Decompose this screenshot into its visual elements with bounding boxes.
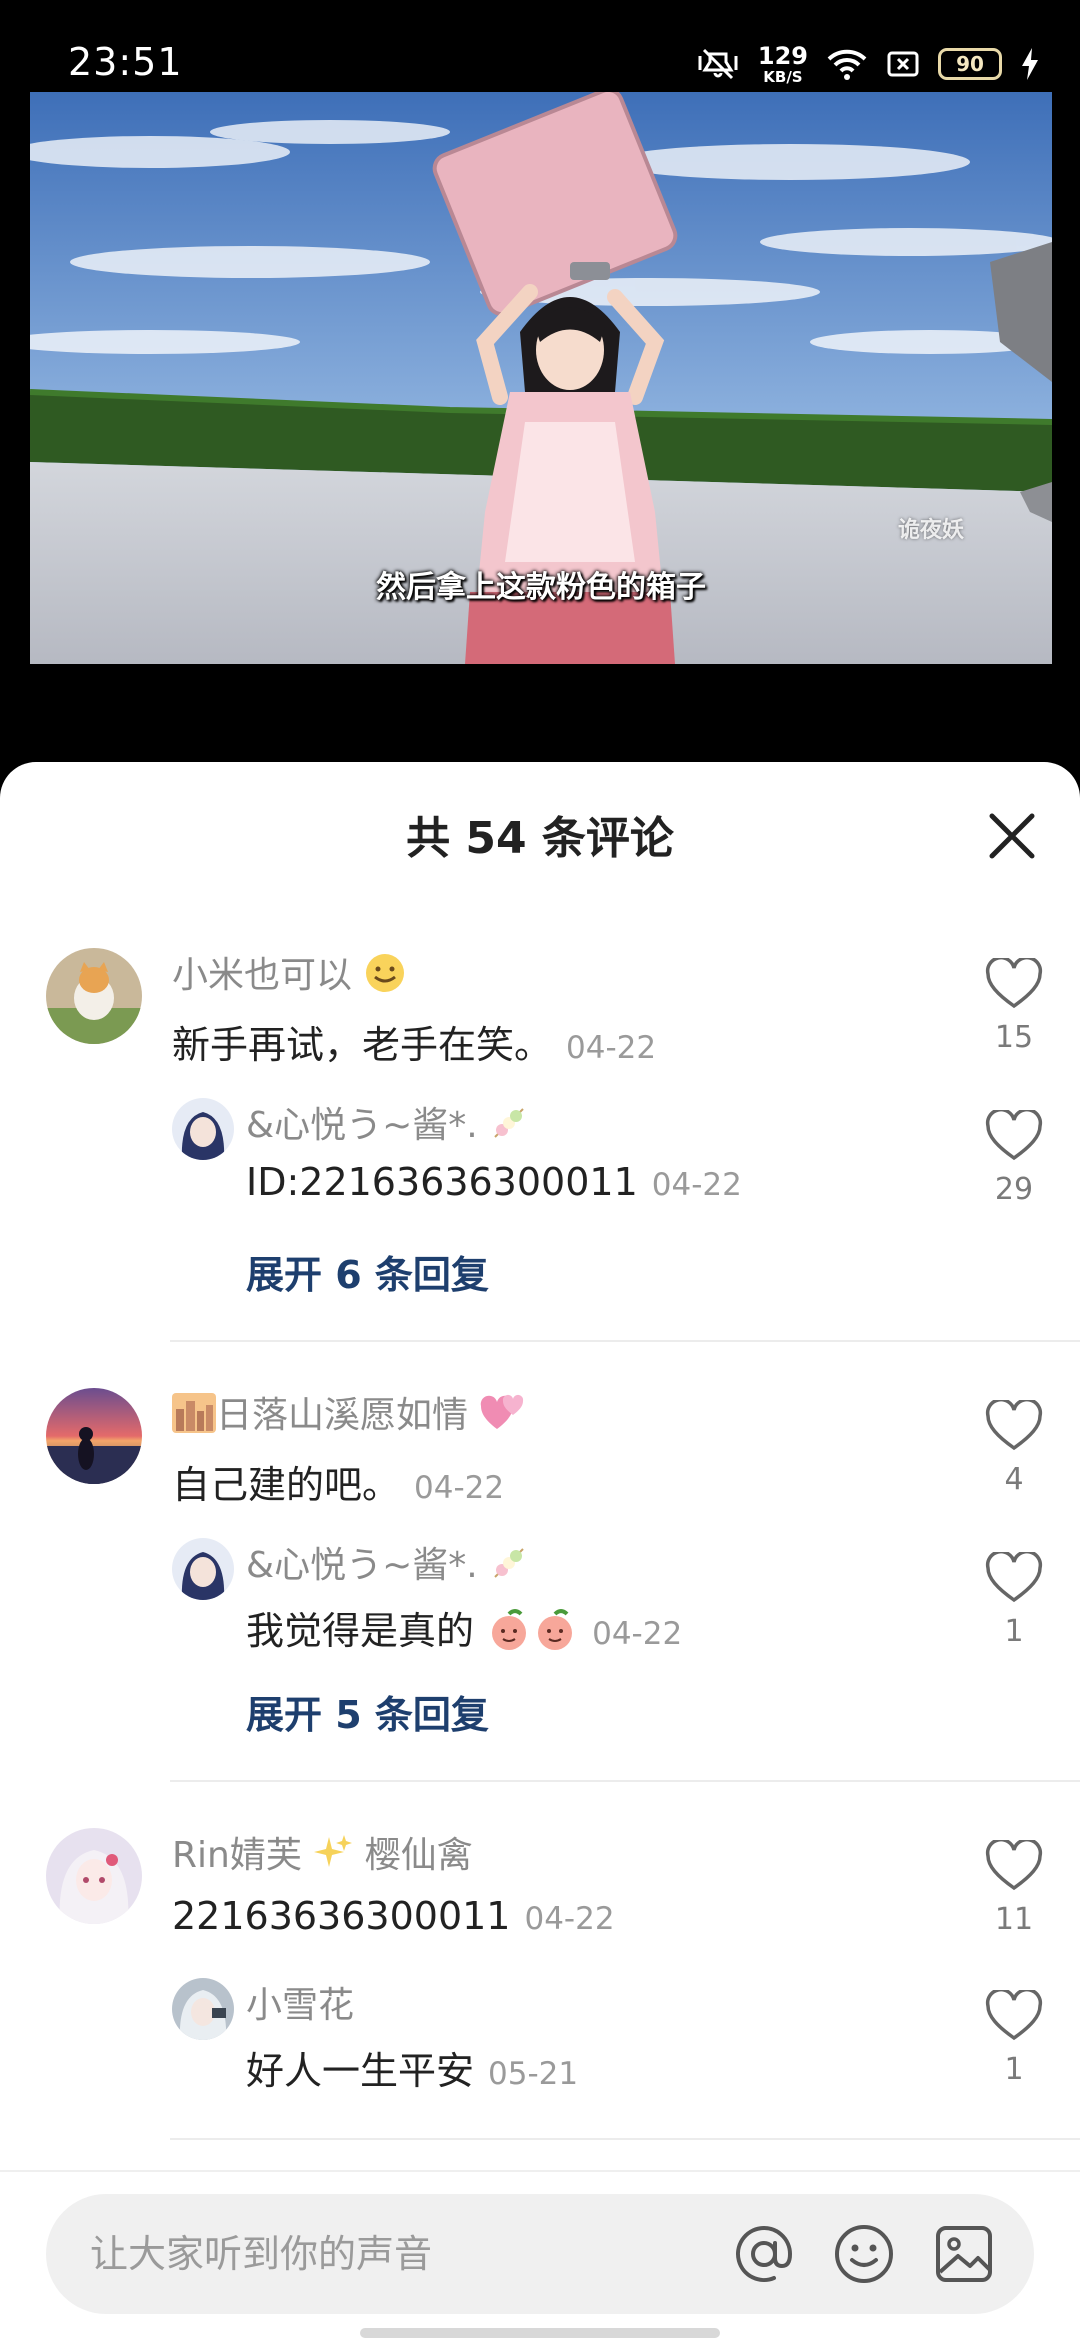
expand-replies-button[interactable]: 展开 6 条回复 [246, 1244, 489, 1299]
battery-icon: 90 [938, 48, 1002, 80]
video-subtitle: 然后拿上这款粉色的箱子 [376, 570, 706, 605]
like-count: 11 [994, 1902, 1034, 1937]
comment-text: 新手再试，老手在笑。 04-22 [172, 1014, 656, 1069]
divider [170, 1340, 1080, 1342]
dango-emoji-icon [489, 1543, 529, 1592]
comment-author[interactable]: 小米也可以 [172, 946, 407, 1004]
like-count: 15 [994, 1020, 1034, 1055]
divider [170, 1780, 1080, 1782]
like-button[interactable]: 15 [978, 958, 1050, 1055]
comment-author-name-2: 樱仙禽 [364, 1835, 473, 1876]
hearts-emoji-icon [479, 1393, 527, 1442]
mute-icon [696, 46, 740, 82]
dango-emoji-icon [489, 1103, 529, 1152]
comment-text: 自己建的吧。 04-22 [172, 1454, 504, 1509]
like-count: 4 [1004, 1462, 1024, 1497]
reply-body: 好人一生平安 [246, 2049, 475, 2093]
comment-input-box[interactable] [46, 2194, 1034, 2314]
reply-author-name: &心悦う~酱*. [246, 1105, 478, 1146]
net-speed-unit: KB/S [763, 67, 803, 86]
comment-author[interactable]: 日落山溪愿如情 [172, 1386, 527, 1442]
comment-date: 04-22 [414, 1470, 505, 1506]
reply-date: 04-22 [592, 1616, 683, 1652]
reply-date: 04-22 [651, 1167, 742, 1203]
comment-input[interactable] [90, 2194, 710, 2314]
status-icons: 129 KB/S 90 [696, 42, 1040, 86]
charging-icon [1020, 47, 1040, 81]
comment-author-name: Rin婧芙 [172, 1835, 302, 1876]
at-icon [736, 2226, 793, 2282]
comment-input-bar [0, 2170, 1080, 2340]
avatar[interactable] [46, 948, 142, 1044]
reply-text: ID:22163636300011 04-22 [246, 1160, 742, 1204]
heart-icon [985, 1400, 1043, 1451]
close-button[interactable] [980, 804, 1044, 868]
comment-date: 04-22 [524, 1901, 615, 1937]
smile-emoji-icon [363, 951, 407, 1004]
comments-title: 共 54 条评论 [406, 813, 674, 864]
heart-icon [985, 958, 1043, 1009]
sim-icon [886, 49, 920, 79]
video-watermark: 诡夜妖 [897, 518, 964, 543]
sparkles-emoji-icon [313, 1833, 353, 1882]
close-icon [989, 813, 1035, 859]
wifi-icon [826, 47, 868, 81]
reply-body: 我觉得是真的 [246, 1609, 475, 1653]
reply-avatar[interactable] [172, 1098, 234, 1160]
emoji-icon [835, 2225, 893, 2283]
reply-text: 我觉得是真的 04-22 [246, 1600, 682, 1661]
peach-emoji-icon [486, 1606, 532, 1661]
heart-icon [985, 1840, 1043, 1891]
comment-body: 新手再试，老手在笑。 [172, 1023, 553, 1067]
comment-body: 自己建的吧。 [172, 1463, 401, 1507]
reply-author-name: 小雪花 [246, 1985, 355, 2026]
image-icon [936, 2226, 992, 2282]
heart-icon [985, 1990, 1043, 2041]
reply-author[interactable]: &心悦う~酱*. [246, 1096, 529, 1152]
reply-author-name: &心悦う~酱*. [246, 1545, 478, 1586]
comment-author-name: 日落山溪愿如情 [216, 1395, 469, 1436]
reply-date: 05-21 [488, 2056, 579, 2092]
reply-author[interactable]: 小雪花 [246, 1976, 354, 2028]
reply-avatar[interactable] [172, 1978, 234, 2040]
heart-icon [985, 1552, 1043, 1603]
comment-date: 04-22 [566, 1030, 657, 1066]
reply-author[interactable]: &心悦う~酱*. [246, 1536, 529, 1592]
reply-text: 好人一生平安 05-21 [246, 2040, 578, 2095]
status-bar: 23:51 129 KB/S 90 [0, 0, 1080, 90]
reply-like-button[interactable]: 1 [978, 1552, 1050, 1649]
comments-panel: 共 54 条评论 小米也可以 新手再试，老手在笑。 04-22 15 &心悦う~… [0, 762, 1080, 2340]
expand-replies-button[interactable]: 展开 5 条回复 [246, 1684, 489, 1739]
avatar[interactable] [46, 1388, 142, 1484]
comment-text: 22163636300011 04-22 [172, 1894, 615, 1938]
like-count: 1 [1004, 1614, 1024, 1649]
home-indicator[interactable] [360, 2328, 720, 2338]
net-speed-value: 129 [757, 41, 808, 70]
reply-like-button[interactable]: 1 [978, 1990, 1050, 2087]
comment-author[interactable]: Rin婧芙 樱仙禽 [172, 1826, 473, 1882]
comment-author-name: 小米也可以 [172, 955, 353, 996]
peach-emoji-icon [532, 1606, 578, 1661]
reply-avatar[interactable] [172, 1538, 234, 1600]
avatar[interactable] [46, 1828, 142, 1924]
like-button[interactable]: 11 [978, 1840, 1050, 1937]
reply-body: ID:22163636300011 [246, 1160, 638, 1204]
like-button[interactable]: 4 [978, 1400, 1050, 1497]
status-time: 23:51 [68, 40, 183, 84]
city-sunset-emoji-icon [172, 1392, 216, 1442]
heart-icon [985, 1110, 1043, 1161]
net-speed: 129 KB/S [758, 44, 808, 85]
comment-body: 22163636300011 [172, 1894, 511, 1938]
image-button[interactable] [930, 2220, 998, 2288]
like-count: 29 [994, 1172, 1034, 1207]
mention-button[interactable] [730, 2220, 798, 2288]
emoji-button[interactable] [830, 2220, 898, 2288]
video-player[interactable]: 诡夜妖 然后拿上这款粉色的箱子 [30, 92, 1052, 664]
reply-like-button[interactable]: 29 [978, 1110, 1050, 1207]
divider [170, 2138, 1080, 2140]
like-count: 1 [1004, 2052, 1024, 2087]
